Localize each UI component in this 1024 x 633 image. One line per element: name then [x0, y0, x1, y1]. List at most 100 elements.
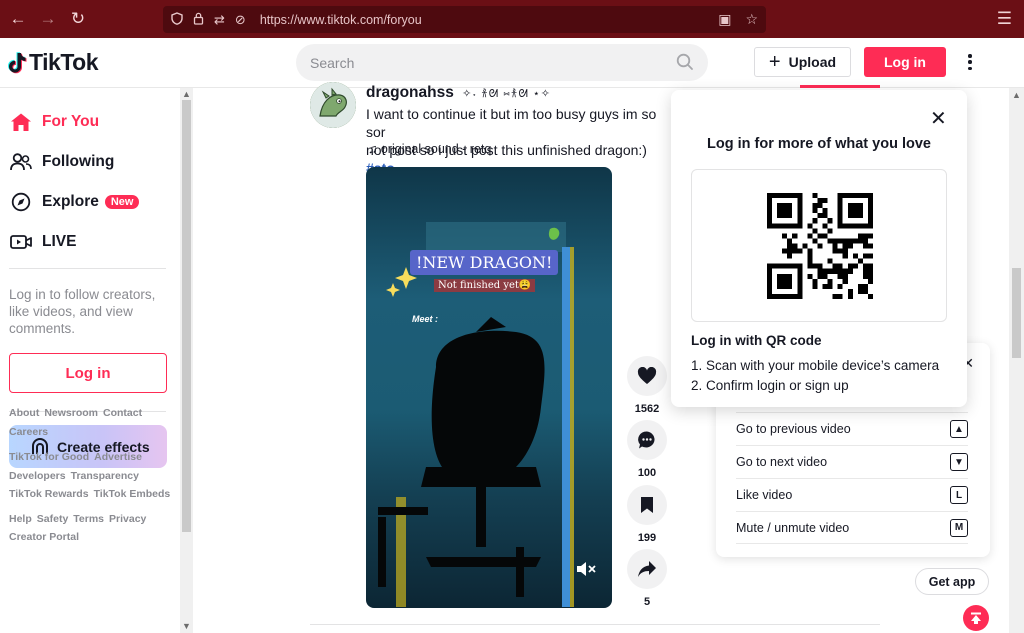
nav-label: LIVE [42, 233, 77, 250]
follow-button-edge[interactable] [800, 85, 880, 88]
footer-link[interactable]: Newsroom [44, 407, 98, 419]
author-username[interactable]: dragonahss [366, 84, 454, 101]
nav-for-you[interactable]: For You [10, 111, 99, 133]
page-scrollbar-thumb[interactable] [1012, 268, 1021, 358]
people-icon [10, 151, 32, 173]
back-icon[interactable]: ← [3, 4, 33, 34]
qr-module [787, 248, 793, 254]
author-nickname: ✧˖ 𐀪ᘛ ⑅𐀪ᘛ ⋆✧ [462, 88, 551, 100]
footer-link[interactable]: Transparency [71, 470, 139, 482]
footer-link[interactable]: Safety [37, 513, 69, 525]
tiktok-logo[interactable]: TikTok [4, 49, 99, 76]
qr-module [797, 208, 803, 214]
muted-speaker-icon[interactable] [575, 560, 597, 578]
close-icon[interactable]: ✕ [930, 106, 947, 131]
scroll-down-icon[interactable]: ▼ [181, 621, 192, 631]
qr-module [777, 223, 783, 229]
new-badge: New [104, 195, 140, 209]
back-to-top-button[interactable] [963, 605, 989, 631]
login-popup-title: Log in for more of what you love [707, 136, 931, 152]
qr-module [767, 208, 773, 214]
author-name[interactable]: dragonahss ✧˖ 𐀪ᘛ ⑅𐀪ᘛ ⋆✧ [366, 84, 551, 102]
sound-link[interactable]: ♫ original sound - retq [368, 142, 491, 156]
footer-link[interactable]: Careers [9, 426, 48, 438]
nav-live[interactable]: LIVE [10, 231, 76, 253]
qr-module [797, 268, 803, 274]
login-prompt-text: Log in to follow creators, like videos, … [9, 287, 156, 336]
nav-following[interactable]: Following [10, 151, 114, 173]
bookmark-star-icon[interactable]: ☆ [745, 11, 758, 28]
qr-module [782, 263, 788, 269]
qr-module [812, 278, 818, 284]
qr-module [832, 243, 838, 249]
qr-module [767, 283, 773, 289]
footer-link[interactable]: TikTok Embeds [94, 488, 171, 500]
search-bar[interactable] [296, 44, 708, 81]
scrollbar-thumb[interactable] [182, 100, 191, 532]
footer-link[interactable]: Developers [9, 470, 66, 482]
footer-link[interactable]: Privacy [109, 513, 146, 525]
footer-link[interactable]: Terms [73, 513, 104, 525]
save-action[interactable]: 199 [627, 485, 667, 544]
qr-module [817, 273, 823, 279]
comment-button[interactable] [627, 420, 667, 460]
forward-icon[interactable]: → [33, 4, 63, 34]
video-player[interactable]: !NEW DRAGON! Not finished yet😩 Meet : [366, 167, 612, 608]
footer-link[interactable]: TikTok for Good [9, 451, 89, 463]
qr-module [857, 233, 863, 239]
qr-module [842, 268, 848, 274]
footer-link[interactable]: TikTok Rewards [9, 488, 89, 500]
qr-module [792, 193, 798, 199]
reload-icon[interactable]: ↻ [63, 4, 93, 34]
share-button[interactable] [627, 549, 667, 589]
qr-module [797, 288, 803, 294]
qr-module [792, 223, 798, 229]
more-options-icon[interactable] [962, 51, 978, 73]
key-l-icon: L [950, 486, 968, 504]
qr-module [812, 203, 818, 209]
scroll-up-icon[interactable]: ▲ [181, 89, 192, 99]
qr-module [812, 283, 818, 289]
permissions-icon[interactable]: ⇄ [214, 12, 225, 28]
qr-module [827, 238, 833, 244]
save-button[interactable] [627, 485, 667, 525]
sidebar-scrollbar[interactable]: ▲ ▼ [180, 88, 193, 633]
qr-module [787, 208, 793, 214]
author-avatar[interactable] [310, 82, 356, 128]
lock-icon[interactable] [193, 12, 204, 28]
header-login-button[interactable]: Log in [864, 47, 946, 77]
browser-menu-icon[interactable]: ☰ [997, 9, 1012, 29]
page-scrollbar[interactable]: ▲ [1009, 88, 1024, 633]
caption-text: I want to continue it but im too busy gu… [366, 106, 657, 140]
share-action[interactable]: 5 [627, 549, 667, 608]
footer-link[interactable]: Advertise [94, 451, 142, 463]
like-button[interactable] [627, 356, 667, 396]
qr-module [792, 233, 798, 239]
like-action[interactable]: 1562 [627, 356, 667, 415]
nav-explore[interactable]: Explore New [10, 191, 140, 213]
left-sidebar: For You Following Explore New LIVE Log i… [0, 88, 180, 633]
shield-icon[interactable] [171, 11, 183, 28]
footer-link[interactable]: Help [9, 513, 32, 525]
reader-view-icon[interactable]: ▣ [718, 11, 731, 28]
qr-module [787, 213, 793, 219]
get-app-button[interactable]: Get app [915, 568, 989, 595]
page-scroll-up-icon[interactable]: ▲ [1012, 90, 1021, 100]
qr-module [797, 273, 803, 279]
search-icon[interactable] [676, 53, 694, 71]
key-down-icon: ▼ [950, 453, 968, 471]
sidebar-login-button[interactable]: Log in [9, 353, 167, 393]
qr-module [862, 253, 868, 259]
footer-link[interactable]: About [9, 407, 39, 419]
qr-module [842, 238, 848, 244]
address-bar[interactable]: ⇄ ⊘ https://www.tiktok.com/foryou ▣ ☆ [163, 6, 766, 33]
qr-module [832, 263, 838, 269]
footer-link[interactable]: Contact [103, 407, 142, 419]
footer-link[interactable]: Creator Portal [9, 531, 79, 543]
qr-module [842, 253, 848, 259]
tracking-off-icon[interactable]: ⊘ [235, 12, 246, 28]
comment-action[interactable]: 100 [627, 420, 667, 479]
search-input[interactable] [310, 54, 650, 71]
shortcut-row: Like video L [736, 478, 968, 511]
upload-button[interactable]: + Upload [754, 47, 851, 77]
